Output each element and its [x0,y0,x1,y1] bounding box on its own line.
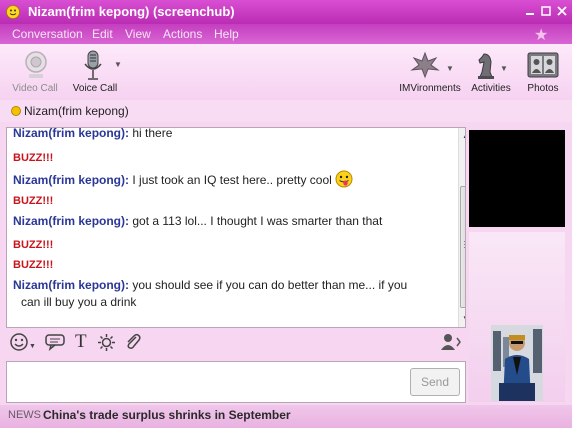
paperclip-icon[interactable] [124,333,142,352]
activities-label: Activities [471,83,511,94]
video-call-label: Video Call [12,83,58,94]
message-input[interactable] [6,361,466,403]
buzz-line: BUZZ!!! [13,259,54,271]
text-format-icon[interactable]: T [75,331,87,353]
photos-button[interactable]: Photos [522,48,564,96]
imvironments-dropdown-icon[interactable]: ▼ [446,64,454,73]
contact-icon[interactable] [440,333,462,351]
photos-icon [527,52,559,78]
messenger-smiley-icon [6,5,20,19]
settings-icon[interactable] [97,333,116,352]
scroll-thumb[interactable] [460,186,465,308]
microphone-icon [84,50,102,80]
title-bar[interactable]: Nizam(frim kepong) (screenchub) [0,0,572,24]
message-text: I just took an IQ test here.. pretty coo… [132,173,332,187]
conversation-pane[interactable]: Nizam(frim kepong): hi there BUZZ!!! Niz… [6,127,466,328]
status-dot-icon [11,106,21,116]
photos-label: Photos [527,83,559,94]
buzz-line: BUZZ!!! [13,152,54,164]
format-toolbar: ▼ T [6,330,464,356]
menu-actions[interactable]: Actions [163,27,202,41]
window-title: Nizam(frim kepong) (screenchub) [28,4,235,19]
imvironments-button[interactable]: ▼ IMVironments [398,48,462,96]
menu-help[interactable]: Help [214,27,239,41]
webcam-icon [25,51,47,78]
menu-view[interactable]: View [125,27,151,41]
message-text: hi there [132,127,173,140]
maximize-button[interactable] [539,4,553,18]
message-sender: Nizam(frim kepong): [13,214,130,228]
news-label: NEWS [8,409,41,421]
imvironments-label: IMVironments [399,83,461,94]
minimize-icon [526,13,534,15]
menu-bar: Conversation Edit View Actions Help ★ [0,24,572,44]
send-button[interactable]: Send [410,368,460,396]
chat-bubble-icon[interactable] [44,333,66,351]
message-sender: Nizam(frim kepong): [13,278,130,292]
voice-call-label: Voice Call [72,83,118,94]
message-line: Nizam(frim kepong): I just took an IQ te… [13,170,353,188]
message-sender: Nizam(frim kepong): [13,127,130,140]
contact-name[interactable]: Nizam(frim kepong) [24,104,129,118]
toolbar: Video Call ▼ Voice Call ▼ IMVironments ▼… [0,44,572,100]
news-ticker[interactable]: NEWS China's trade surplus shrinks in Se… [0,405,572,428]
tongue-smiley-icon [335,170,353,188]
maximize-icon [541,6,551,16]
message-line: Nizam(frim kepong): hi there [13,127,173,140]
news-headline[interactable]: China's trade surplus shrinks in Septemb… [43,408,291,422]
star-icon: ★ [534,27,549,44]
conversation-scrollbar[interactable]: ▲ ▼ [458,128,465,327]
menu-edit[interactable]: Edit [92,27,113,41]
message-line: Nizam(frim kepong): you should see if yo… [13,278,407,292]
message-text: got a 113 lol... I thought I was smarter… [132,214,383,228]
scroll-down-icon[interactable]: ▼ [462,314,465,323]
leaf-icon [410,51,440,79]
video-call-button[interactable]: Video Call [10,48,60,96]
message-text: you should see if you can do better than… [132,278,408,292]
activities-dropdown-icon[interactable]: ▼ [500,64,508,73]
close-button[interactable] [555,4,569,18]
message-sender: Nizam(frim kepong): [13,173,130,187]
minimize-button[interactable] [523,4,537,18]
contact-status-line: Nizam(frim kepong) [0,100,572,122]
smiley-dropdown-icon[interactable]: ▼ [29,343,36,350]
menu-conversation[interactable]: Conversation [12,27,83,41]
close-icon [557,6,567,16]
contact-display-panel [469,130,565,227]
message-continuation: can ill buy you a drink [21,295,137,309]
avatar [491,325,543,401]
buzz-line: BUZZ!!! [13,239,54,251]
voice-call-dropdown-icon[interactable]: ▼ [114,60,122,69]
scroll-up-icon[interactable]: ▲ [462,131,465,140]
message-line: Nizam(frim kepong): got a 113 lol... I t… [13,214,382,228]
avatar-panel[interactable] [469,232,565,402]
chess-knight-icon [478,53,494,79]
voice-call-button[interactable]: ▼ Voice Call [70,48,126,96]
buzz-line: BUZZ!!! [13,195,54,207]
activities-button[interactable]: ▼ Activities [468,48,514,96]
smiley-icon[interactable] [10,333,28,351]
